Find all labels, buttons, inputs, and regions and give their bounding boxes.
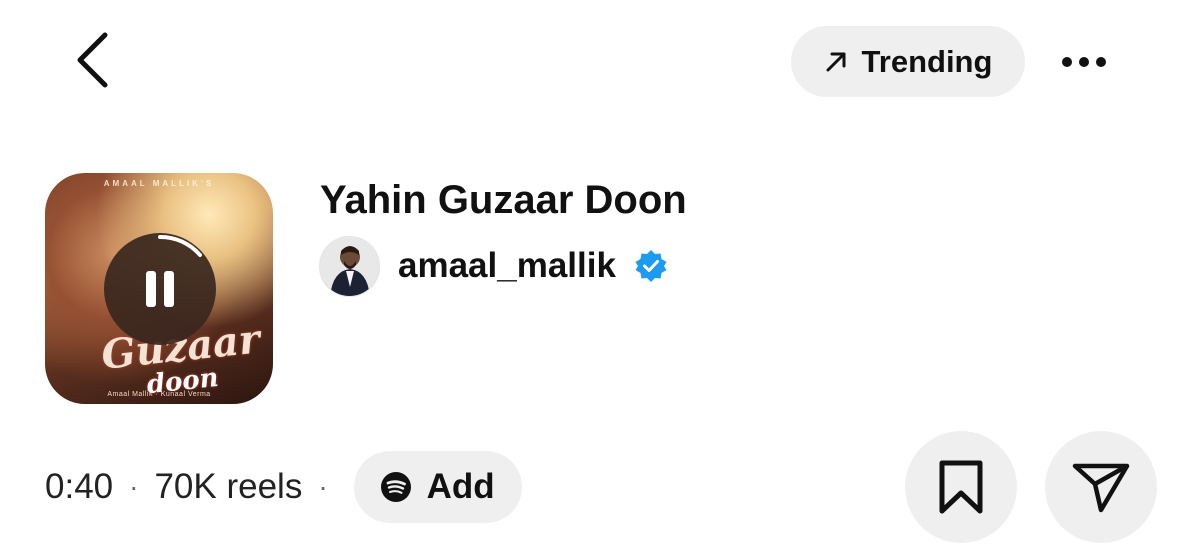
- album-cover[interactable]: AMAAL MALLIK'S Guzaar doon Amaal Mallik …: [45, 173, 273, 404]
- song-title: Yahin Guzaar Doon: [320, 178, 687, 222]
- more-options-button[interactable]: [1052, 40, 1116, 84]
- reels-count: 70K reels: [154, 467, 303, 506]
- track-duration: 0:40: [45, 467, 114, 506]
- verified-badge: [634, 249, 668, 283]
- arrow-up-right-icon: [826, 52, 846, 71]
- playback-progress-ring: [158, 234, 202, 257]
- trending-button[interactable]: Trending: [791, 26, 1025, 97]
- cover-credits: Amaal Mallik · Kunaal Verma: [107, 391, 211, 398]
- chevron-left-icon: [77, 32, 108, 88]
- track-meta-row: 0:40 · 70K reels · Add: [45, 451, 522, 523]
- spotify-icon: [380, 472, 411, 502]
- audio-page: Trending AMAAL MALLIK'S Guzaar doon Amaa…: [0, 0, 1200, 559]
- back-button[interactable]: [60, 28, 124, 92]
- artist-name: amaal_mallik: [398, 246, 616, 285]
- meta-separator: ·: [129, 471, 139, 502]
- share-button[interactable]: [1045, 431, 1157, 543]
- trending-label: Trending: [861, 43, 993, 79]
- pause-button[interactable]: [104, 233, 216, 345]
- more-horizontal-icon: [1062, 57, 1106, 67]
- artist-link[interactable]: amaal_mallik: [319, 235, 668, 297]
- save-button[interactable]: [905, 431, 1017, 543]
- meta-separator: ·: [318, 471, 328, 502]
- artist-avatar-image: [320, 236, 379, 296]
- bookmark-icon: [939, 460, 983, 514]
- send-icon: [1072, 463, 1130, 513]
- avatar[interactable]: [319, 235, 380, 297]
- cover-top-text: AMAAL MALLIK'S: [103, 179, 215, 188]
- add-to-spotify-button[interactable]: Add: [353, 451, 522, 523]
- add-label: Add: [426, 467, 495, 506]
- verified-icon: [635, 250, 667, 282]
